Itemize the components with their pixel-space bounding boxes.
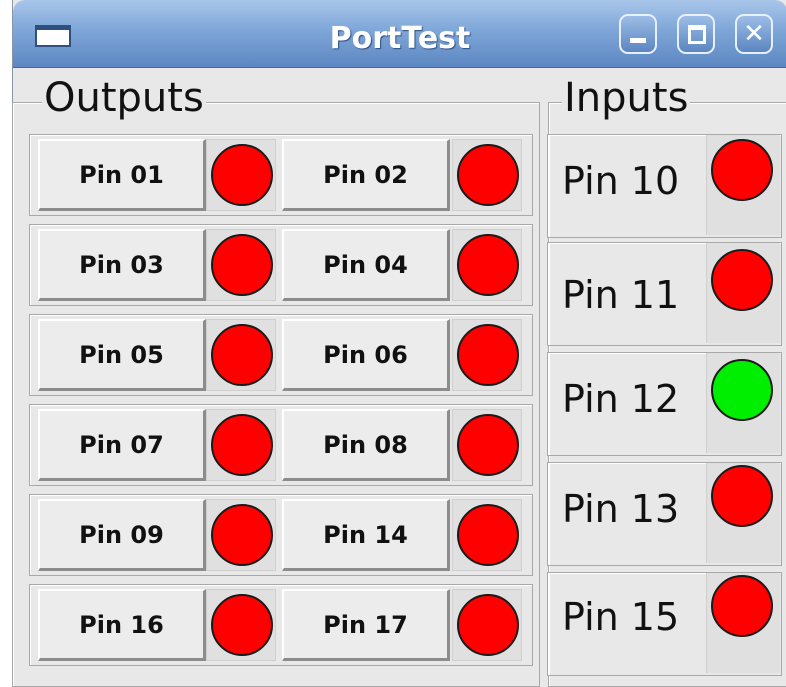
- output-pin-button[interactable]: Pin 07: [38, 409, 206, 481]
- output-led-cell: [206, 499, 276, 571]
- output-led-cell: [206, 589, 276, 661]
- input-pin-label: Pin 13: [562, 487, 680, 531]
- output-led-cell: [206, 139, 276, 211]
- output-row: Pin 09 Pin 14: [29, 494, 533, 576]
- output-pin-button[interactable]: Pin 14: [282, 499, 450, 571]
- output-led-cell: [452, 229, 522, 301]
- input-led-cell: [706, 135, 780, 235]
- input-row: Pin 12: [547, 352, 782, 456]
- output-row: Pin 03 Pin 04: [29, 224, 533, 306]
- window-title: PortTest: [329, 21, 471, 56]
- output-led-cell: [452, 409, 522, 481]
- output-led-indicator: [211, 234, 273, 296]
- output-led-cell: [452, 589, 522, 661]
- output-led-indicator: [457, 144, 519, 206]
- output-led-cell: [206, 409, 276, 481]
- input-led-indicator: [711, 359, 773, 421]
- output-pin-button[interactable]: Pin 17: [282, 589, 450, 661]
- input-row: Pin 13: [547, 462, 782, 566]
- outputs-legend: Outputs: [42, 75, 206, 121]
- output-led-cell: [206, 319, 276, 391]
- input-pin-label: Pin 11: [562, 273, 680, 317]
- input-led-cell: [706, 463, 780, 563]
- output-row: Pin 07 Pin 08: [29, 404, 533, 486]
- input-led-cell: [706, 353, 780, 453]
- output-row: Pin 01 Pin 02: [29, 134, 533, 216]
- close-icon: ✕: [743, 19, 765, 49]
- input-pin-label: Pin 15: [562, 595, 680, 639]
- input-led-indicator: [711, 465, 773, 527]
- output-row: Pin 16 Pin 17: [29, 584, 533, 666]
- output-pin-button[interactable]: Pin 16: [38, 589, 206, 661]
- inputs-legend: Inputs: [562, 75, 691, 121]
- input-row: Pin 15: [547, 572, 782, 676]
- input-led-cell: [706, 243, 780, 343]
- input-pin-label: Pin 10: [562, 159, 680, 203]
- output-pin-button[interactable]: Pin 05: [38, 319, 206, 391]
- title-bar[interactable]: PortTest ✕: [13, 0, 786, 68]
- output-led-indicator: [457, 594, 519, 656]
- input-led-indicator: [711, 249, 773, 311]
- output-led-indicator: [211, 324, 273, 386]
- output-led-indicator: [457, 414, 519, 476]
- output-pin-button[interactable]: Pin 03: [38, 229, 206, 301]
- output-led-indicator: [211, 504, 273, 566]
- output-led-indicator: [457, 324, 519, 386]
- output-led-indicator: [457, 504, 519, 566]
- input-pin-label: Pin 12: [562, 377, 680, 421]
- maximize-button[interactable]: [677, 14, 715, 54]
- output-led-indicator: [211, 144, 273, 206]
- close-button[interactable]: ✕: [735, 14, 773, 54]
- minimize-button[interactable]: [619, 14, 657, 54]
- output-led-cell: [206, 229, 276, 301]
- input-row: Pin 11: [547, 242, 782, 346]
- output-pin-button[interactable]: Pin 04: [282, 229, 450, 301]
- output-pin-button[interactable]: Pin 02: [282, 139, 450, 211]
- input-led-cell: [706, 573, 780, 673]
- output-led-indicator: [457, 234, 519, 296]
- output-pin-button[interactable]: Pin 06: [282, 319, 450, 391]
- output-led-cell: [452, 319, 522, 391]
- output-led-cell: [452, 499, 522, 571]
- output-pin-button[interactable]: Pin 08: [282, 409, 450, 481]
- output-led-cell: [452, 139, 522, 211]
- output-led-indicator: [211, 594, 273, 656]
- input-led-indicator: [711, 575, 773, 637]
- input-row: Pin 10: [547, 134, 782, 238]
- output-pin-button[interactable]: Pin 09: [38, 499, 206, 571]
- output-row: Pin 05 Pin 06: [29, 314, 533, 396]
- output-pin-button[interactable]: Pin 01: [38, 139, 206, 211]
- input-led-indicator: [711, 139, 773, 201]
- output-led-indicator: [211, 414, 273, 476]
